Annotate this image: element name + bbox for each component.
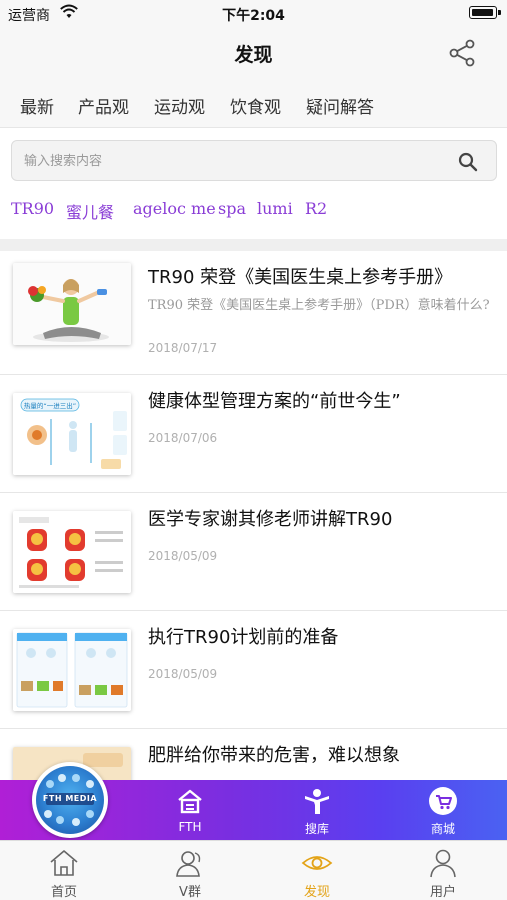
article-date: 2018/05/09: [148, 549, 218, 563]
page-title: 发现: [234, 44, 273, 66]
yoga-woman-image: [13, 263, 131, 345]
search-input[interactable]: [24, 149, 444, 173]
tag-tr90[interactable]: TR90: [11, 199, 54, 218]
category-tabs: 最新 产品观 运动观 饮食观 疑问解答: [0, 78, 507, 128]
article-date: 2018/07/17: [148, 341, 218, 355]
status-bar: 运营商 下午2:04: [0, 0, 507, 26]
article-thumbnail: [13, 511, 131, 593]
tab-home[interactable]: 首页: [24, 847, 104, 900]
article-title: 执行TR90计划前的准备: [148, 627, 339, 648]
tab-label: 发现: [303, 885, 330, 900]
article-title: 健康体型管理方案的“前世今生”: [148, 391, 401, 412]
hot-tags: TR90 蜜儿餐 ageloc me spa lumi R2: [0, 197, 507, 223]
tag-lumi[interactable]: lumi: [257, 199, 293, 218]
home-outline-icon: [50, 850, 78, 876]
banner-item-label: FTH: [178, 820, 202, 834]
tag-spa[interactable]: spa: [218, 199, 246, 218]
tab-user[interactable]: 用户: [403, 847, 483, 900]
app-screens-image: [13, 629, 131, 711]
banner-item-mall[interactable]: 商城: [413, 786, 473, 837]
cart-icon: [429, 787, 457, 815]
tab-diet[interactable]: 饮食观: [230, 93, 281, 118]
status-time: 下午2:04: [222, 8, 285, 24]
article-item[interactable]: 执行TR90计划前的准备 2018/05/09: [0, 611, 507, 729]
fth-media-label: FTH MEDIA: [42, 794, 98, 803]
article-title: 医学专家谢其修老师讲解TR90: [148, 509, 393, 530]
banner-item-label: 商城: [430, 822, 455, 836]
search-icon[interactable]: [458, 152, 478, 172]
section-divider: [0, 239, 507, 251]
tag-ageloc-me[interactable]: ageloc me: [133, 199, 216, 218]
bottom-tab-bar: 首页 V群 发现 用户: [0, 840, 507, 900]
article-title: TR90 荣登《美国医生桌上参考手册》: [148, 267, 453, 288]
tab-discover[interactable]: 发现: [277, 847, 357, 900]
article-date: 2018/05/09: [148, 667, 218, 681]
slides-image: [13, 511, 131, 593]
fth-media-badge[interactable]: FTH MEDIA: [32, 762, 108, 838]
battery-tip: [498, 10, 501, 15]
article-title: 肥胖给你带来的危害，难以想象: [148, 745, 400, 766]
article-thumbnail: 热量的“一进三出”: [13, 393, 131, 475]
banner-item-souku[interactable]: 搜库: [287, 786, 347, 837]
user-icon: [430, 849, 456, 878]
tab-label: 用户: [429, 885, 456, 900]
tag-r2[interactable]: R2: [305, 199, 327, 218]
banner-item-label: 搜库: [304, 822, 329, 836]
share-icon[interactable]: [447, 39, 477, 67]
tag-mierchan[interactable]: 蜜儿餐: [66, 199, 114, 223]
article-item[interactable]: 热量的“一进三出” 健康体型管理方案的“前世今生” 2018/07/06: [0, 375, 507, 493]
tab-latest[interactable]: 最新: [20, 93, 54, 118]
banner-item-fth[interactable]: FTH: [160, 786, 220, 834]
home-icon: [178, 789, 202, 814]
eye-icon: [301, 856, 333, 870]
nav-bar: 发现: [0, 26, 507, 78]
tab-label: V群: [179, 885, 201, 900]
article-thumbnail: [13, 629, 131, 711]
article-date: 2018/07/06: [148, 431, 218, 445]
tab-faq[interactable]: 疑问解答: [306, 93, 374, 118]
person-icon: [305, 789, 329, 814]
article-item[interactable]: 医学专家谢其修老师讲解TR90 2018/05/09: [0, 493, 507, 611]
fth-media-logo: FTH MEDIA: [36, 766, 104, 834]
article-summary: TR90 荣登《美国医生桌上参考手册》（PDR）意味着什么?: [148, 298, 490, 313]
tab-exercise[interactable]: 运动观: [154, 93, 205, 118]
search-area: TR90 蜜儿餐 ageloc me spa lumi R2: [0, 129, 507, 239]
thumb-caption: 热量的“一进三出”: [24, 401, 76, 410]
tab-product[interactable]: 产品观: [78, 93, 129, 118]
diagram-image: 热量的“一进三出”: [13, 393, 131, 475]
battery-icon: [469, 6, 497, 19]
tab-label: 首页: [50, 885, 77, 900]
article-item[interactable]: TR90 荣登《美国医生桌上参考手册》 TR90 荣登《美国医生桌上参考手册》（…: [0, 251, 507, 369]
article-thumbnail: [13, 263, 131, 345]
tab-vgroup[interactable]: V群: [150, 847, 230, 900]
group-icon: [176, 851, 201, 877]
search-box[interactable]: [11, 140, 497, 181]
